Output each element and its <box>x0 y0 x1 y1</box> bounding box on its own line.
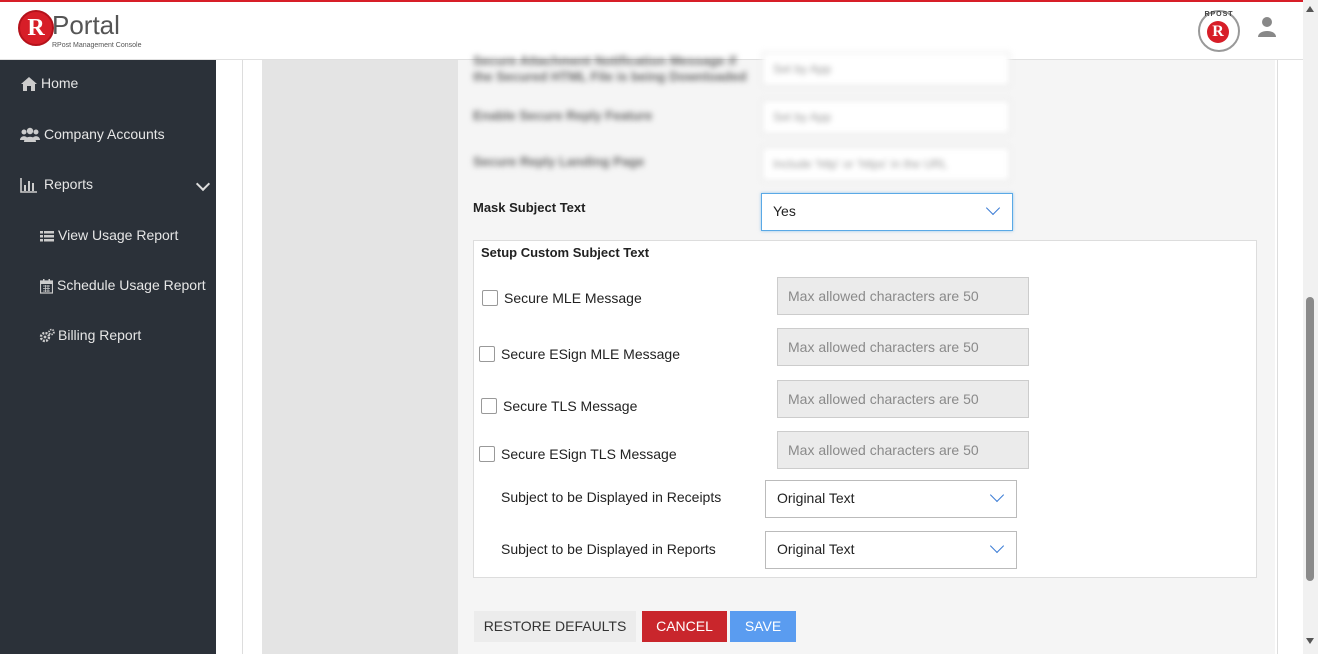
secure-esign-mle-label: Secure ESign MLE Message <box>501 346 680 362</box>
mask-subject-label: Mask Subject Text <box>473 200 586 215</box>
blurred-select-value: Set by App <box>773 62 832 76</box>
logo-text: Portal <box>52 10 120 40</box>
blurred-select-value: Set by App <box>773 110 832 124</box>
secure-tls-input[interactable] <box>777 380 1029 418</box>
secure-esign-tls-label: Secure ESign TLS Message <box>501 446 677 462</box>
sidebar-item-label: Company Accounts <box>44 126 165 142</box>
secure-esign-tls-input[interactable] <box>777 431 1029 469</box>
scroll-down-arrow-icon[interactable] <box>1306 638 1314 644</box>
sidebar-item-label: Billing Report <box>58 327 142 343</box>
secure-tls-label: Secure TLS Message <box>503 398 638 414</box>
logo-r-mark: R <box>18 10 54 46</box>
receipts-subject-select[interactable]: Original Text <box>765 480 1017 518</box>
secure-esign-tls-checkbox[interactable] <box>479 446 495 462</box>
chevron-down-icon <box>985 200 1001 216</box>
calendar-icon <box>40 279 53 294</box>
logo-subtitle: RPost Management Console <box>52 42 142 49</box>
receipts-subject-value: Original Text <box>777 490 855 506</box>
blurred-label: the Secured HTML File is being Downloade… <box>473 69 747 84</box>
badge-text: RPOST <box>1204 11 1234 18</box>
sidebar-item-home[interactable]: Home <box>0 64 216 104</box>
blurred-label: Secure Reply Landing Page <box>473 154 645 169</box>
mask-subject-select[interactable]: Yes <box>761 193 1013 231</box>
scroll-up-arrow-icon[interactable] <box>1306 6 1314 12</box>
save-button[interactable]: SAVE <box>730 611 796 642</box>
user-icon[interactable] <box>1258 16 1276 38</box>
chevron-down-icon[interactable] <box>195 176 211 192</box>
scroll-thumb[interactable] <box>1306 297 1314 581</box>
cancel-button[interactable]: CANCEL <box>642 611 727 642</box>
blurred-label: Secure Attachment Notification Message i… <box>473 53 737 68</box>
sidebar-item-schedule-usage-report[interactable]: Schedule Usage Report <box>0 266 216 306</box>
chevron-down-icon <box>989 538 1005 554</box>
mask-subject-value: Yes <box>773 203 796 219</box>
sidebar-item-view-usage-report[interactable]: View Usage Report <box>0 216 216 256</box>
sidebar-item-label: Reports <box>44 176 94 192</box>
home-icon <box>21 77 37 91</box>
sidebar-item-company-accounts[interactable]: Company Accounts <box>0 115 216 155</box>
chevron-down-icon <box>989 487 1005 503</box>
page-scrollbar[interactable] <box>1303 0 1318 654</box>
blurred-input: Include 'http' or 'https' in the URL <box>762 147 1010 181</box>
top-header: R Portal RPost Management Console RPOST … <box>0 2 1303 60</box>
secure-mle-checkbox[interactable] <box>482 290 498 306</box>
blurred-select: Set by App <box>762 100 1010 134</box>
receipts-subject-label: Subject to be Displayed in Receipts <box>501 489 722 505</box>
badge-letter: R <box>1207 21 1229 43</box>
rportal-logo[interactable]: R Portal RPost Management Console <box>18 8 158 56</box>
reports-subject-select[interactable]: Original Text <box>765 531 1017 569</box>
blurred-input-value: Include 'http' or 'https' in the URL <box>773 157 948 171</box>
secure-tls-checkbox[interactable] <box>481 398 497 414</box>
reports-subject-value: Original Text <box>777 541 855 557</box>
sidebar-item-label: View Usage Report <box>58 227 179 243</box>
sidebar-item-label: Home <box>41 75 79 91</box>
secure-esign-mle-input[interactable] <box>777 328 1029 366</box>
reports-subject-label: Subject to be Displayed in Reports <box>501 541 716 557</box>
sidebar-item-reports[interactable]: Reports <box>0 165 216 205</box>
restore-defaults-button[interactable]: RESTORE DEFAULTS <box>474 611 636 642</box>
rpost-badge-icon: RPOST R <box>1198 10 1240 52</box>
secure-esign-mle-checkbox[interactable] <box>479 346 495 362</box>
secure-mle-label: Secure MLE Message <box>504 290 642 306</box>
blurred-select: Set by App <box>762 52 1010 86</box>
secure-mle-input[interactable] <box>777 277 1029 315</box>
sidebar: Home Company Accounts Reports View Usage… <box>0 60 216 654</box>
users-icon <box>20 127 40 142</box>
bar-chart-icon <box>20 178 37 193</box>
settings-left-column <box>262 60 458 654</box>
sidebar-item-billing-report[interactable]: Billing Report <box>0 316 216 356</box>
sidebar-item-label: Schedule Usage Report <box>57 277 206 293</box>
blurred-label: Enable Secure Reply Feature <box>473 108 653 123</box>
list-icon <box>40 231 54 242</box>
gears-icon <box>39 328 55 343</box>
custom-subject-title: Setup Custom Subject Text <box>481 245 650 260</box>
